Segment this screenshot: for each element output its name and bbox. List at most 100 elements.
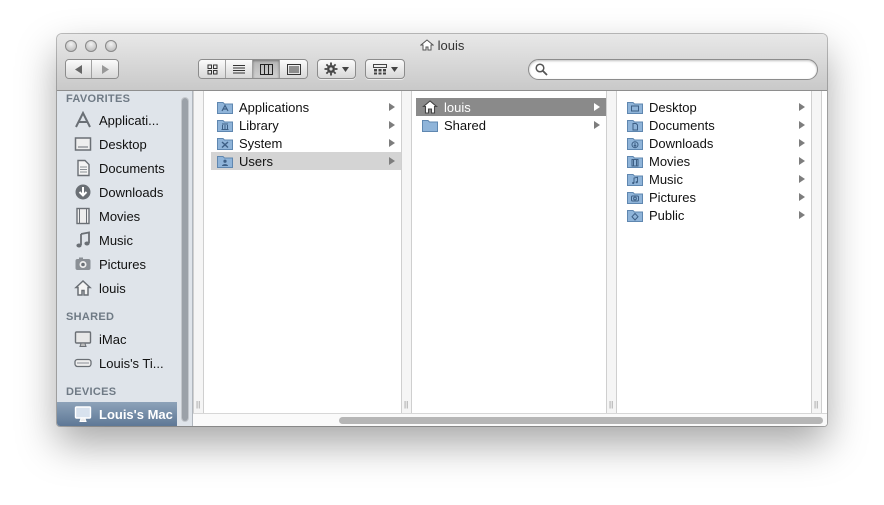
column-row-music[interactable]: Music: [621, 170, 811, 188]
column-row-louis[interactable]: louis: [416, 98, 606, 116]
window-title: louis: [437, 38, 465, 53]
column-row-public[interactable]: Public: [621, 206, 811, 224]
list-view-icon: [233, 64, 245, 73]
forward-arrow-icon: [102, 64, 109, 74]
disclosure-arrow-icon: [799, 139, 805, 147]
column-row-system[interactable]: System: [211, 134, 401, 152]
column-row-desktop[interactable]: Desktop: [621, 98, 811, 116]
back-button[interactable]: [66, 60, 93, 78]
sidebar-item-time-capsule[interactable]: Louis's Ti...: [57, 352, 178, 374]
folder-icon: [422, 120, 438, 132]
horizontal-scrollbar-thumb[interactable]: [339, 417, 823, 424]
pictures-icon: [74, 255, 92, 273]
disclosure-arrow-icon: [594, 121, 600, 129]
arrange-icon: [372, 63, 387, 74]
icon-view-button[interactable]: [199, 60, 226, 78]
column-row-users[interactable]: Users: [211, 152, 401, 170]
folder-system-icon: [217, 138, 233, 150]
column-row-label: Applications: [239, 99, 310, 115]
action-menu-button[interactable]: [317, 59, 356, 79]
documents-icon: [74, 159, 92, 177]
folder-library-icon: [217, 120, 233, 132]
desktop-icon: [74, 135, 92, 153]
search-field[interactable]: [528, 59, 818, 80]
column-row-label: Shared: [444, 117, 486, 133]
sidebar-item-label: Louis's Mac: [99, 406, 173, 422]
column-resize-handle[interactable]: ||: [193, 91, 204, 413]
sidebar-section-shared: SHARED: [66, 311, 115, 323]
toolbar: louis: [57, 34, 827, 91]
sidebar-item-label: Music: [99, 232, 133, 248]
chevron-down-icon: [342, 66, 349, 72]
column-row-movies[interactable]: Movies: [621, 152, 811, 170]
disclosure-arrow-icon: [594, 103, 600, 111]
sidebar-item-applications[interactable]: Applicati...: [57, 109, 178, 131]
coverflow-view-button[interactable]: [280, 60, 307, 78]
disclosure-arrow-icon: [799, 175, 805, 183]
column-resize-handle[interactable]: ||: [606, 91, 617, 413]
home-icon: [422, 100, 438, 114]
icon-view-icon: [207, 64, 217, 74]
sidebar-item-label: Documents: [99, 160, 165, 176]
column-row-downloads[interactable]: Downloads: [621, 134, 811, 152]
chevron-down-icon: [390, 66, 398, 72]
folder-public-icon: [627, 210, 643, 222]
finder-window: louis FAVORITES Applicati... Desktop Doc…: [57, 34, 827, 426]
disclosure-arrow-icon: [389, 157, 395, 165]
music-icon: [74, 231, 92, 249]
sidebar-item-louis-mac[interactable]: Louis's Mac: [57, 402, 177, 426]
disclosure-arrow-icon: [799, 211, 805, 219]
column-resize-handle[interactable]: ||: [401, 91, 412, 413]
disclosure-arrow-icon: [799, 121, 805, 129]
imac-icon: [74, 330, 92, 348]
back-arrow-icon: [74, 64, 82, 74]
sidebar-item-pictures[interactable]: Pictures: [57, 253, 178, 275]
column-row-applications[interactable]: Applications: [211, 98, 401, 116]
grip-icon: ||: [404, 400, 409, 409]
sidebar-item-documents[interactable]: Documents: [57, 157, 178, 179]
disclosure-arrow-icon: [389, 121, 395, 129]
list-view-button[interactable]: [226, 60, 253, 78]
sidebar-item-label: Movies: [99, 208, 141, 224]
sidebar-item-movies[interactable]: Movies: [57, 205, 178, 227]
time-capsule-icon: [74, 354, 92, 372]
column-row-label: Library: [239, 117, 279, 133]
search-input[interactable]: [551, 61, 810, 79]
forward-button[interactable]: [92, 60, 118, 78]
folder-users-icon: [217, 156, 233, 168]
column-row-library[interactable]: Library: [211, 116, 401, 134]
disclosure-arrow-icon: [799, 103, 805, 111]
home-icon: [419, 39, 434, 51]
sidebar-scrollbar-thumb[interactable]: [182, 98, 188, 421]
sidebar-section-devices: DEVICES: [66, 386, 117, 398]
sidebar-item-imac[interactable]: iMac: [57, 328, 178, 350]
folder-desktop-icon: [627, 102, 643, 114]
column-browser: || Applications Library System Users ||: [193, 91, 827, 426]
disclosure-arrow-icon: [389, 103, 395, 111]
sidebar-item-label: Pictures: [99, 256, 146, 272]
sidebar-item-downloads[interactable]: Downloads: [57, 181, 178, 203]
view-mode-control: [198, 59, 308, 79]
column-row-label: Public: [649, 207, 685, 223]
column-row-shared[interactable]: Shared: [416, 116, 606, 134]
sidebar-item-desktop[interactable]: Desktop: [57, 133, 178, 155]
column-resize-handle[interactable]: ||: [811, 91, 822, 413]
sidebar-item-music[interactable]: Music: [57, 229, 178, 251]
column-view-icon: [259, 63, 273, 75]
column-view-button[interactable]: [253, 60, 280, 78]
horizontal-scrollbar-track[interactable]: [193, 413, 827, 426]
grip-icon: ||: [609, 400, 614, 409]
column-row-label: Music: [649, 171, 683, 187]
sidebar-item-louis[interactable]: louis: [57, 277, 178, 299]
downloads-icon: [74, 183, 92, 201]
grip-icon: ||: [814, 400, 819, 409]
column-row-documents[interactable]: Documents: [621, 116, 811, 134]
disclosure-arrow-icon: [799, 193, 805, 201]
arrange-menu-button[interactable]: [365, 59, 405, 79]
column-row-pictures[interactable]: Pictures: [621, 188, 811, 206]
disclosure-arrow-icon: [799, 157, 805, 165]
disclosure-arrow-icon: [389, 139, 395, 147]
movies-icon: [74, 207, 92, 225]
column-row-label: Documents: [649, 117, 715, 133]
folder-music-icon: [627, 174, 643, 186]
